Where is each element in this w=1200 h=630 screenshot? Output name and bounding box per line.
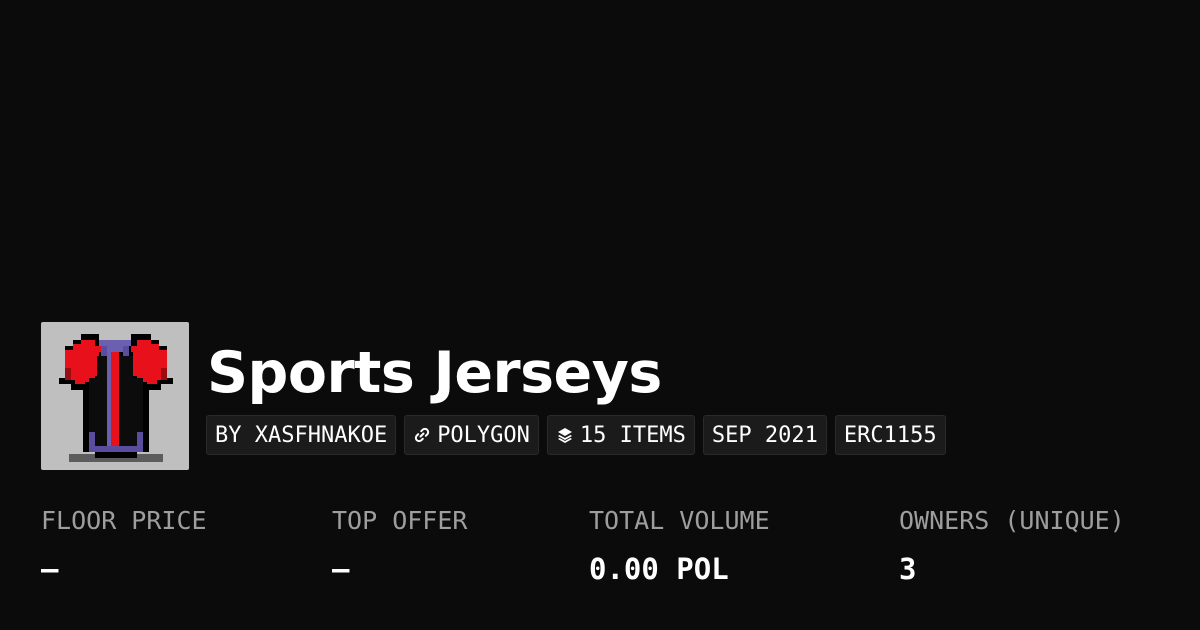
layers-icon xyxy=(556,426,574,444)
date-chip-label: SEP 2021 xyxy=(711,422,818,448)
collection-title: Sports Jerseys xyxy=(207,340,662,406)
floor-price-label: FLOOR PRICE xyxy=(41,506,207,535)
collection-thumbnail xyxy=(41,322,189,470)
chain-chip-label: POLYGON xyxy=(437,422,530,448)
chain-chip[interactable]: POLYGON xyxy=(404,415,539,455)
creator-chip[interactable]: BY XASFHNAKOE xyxy=(206,415,397,455)
items-chip[interactable]: 15 ITEMS xyxy=(546,415,695,455)
polygon-link-icon xyxy=(413,426,431,444)
jersey-icon xyxy=(59,334,173,462)
collection-share-card: Sports Jerseys BY XASFHNAKOE POLYGON 15 … xyxy=(0,0,1200,630)
owners-label: OWNERS (UNIQUE) xyxy=(899,506,1125,535)
owners-value: 3 xyxy=(899,552,917,586)
top-offer-value: – xyxy=(332,552,350,586)
creator-chip-label: BY XASFHNAKOE xyxy=(215,422,388,448)
date-chip: SEP 2021 xyxy=(702,415,827,455)
items-chip-label: 15 ITEMS xyxy=(579,422,686,448)
total-volume-label: TOTAL VOLUME xyxy=(589,506,770,535)
top-offer-label: TOP OFFER xyxy=(332,506,468,535)
standard-chip: ERC1155 xyxy=(834,415,946,455)
total-volume-value: 0.00 POL xyxy=(589,552,729,586)
collection-meta-chips: BY XASFHNAKOE POLYGON 15 ITEMS SEP 2021 … xyxy=(206,415,946,455)
floor-price-value: – xyxy=(41,552,59,586)
standard-chip-label: ERC1155 xyxy=(843,422,937,448)
